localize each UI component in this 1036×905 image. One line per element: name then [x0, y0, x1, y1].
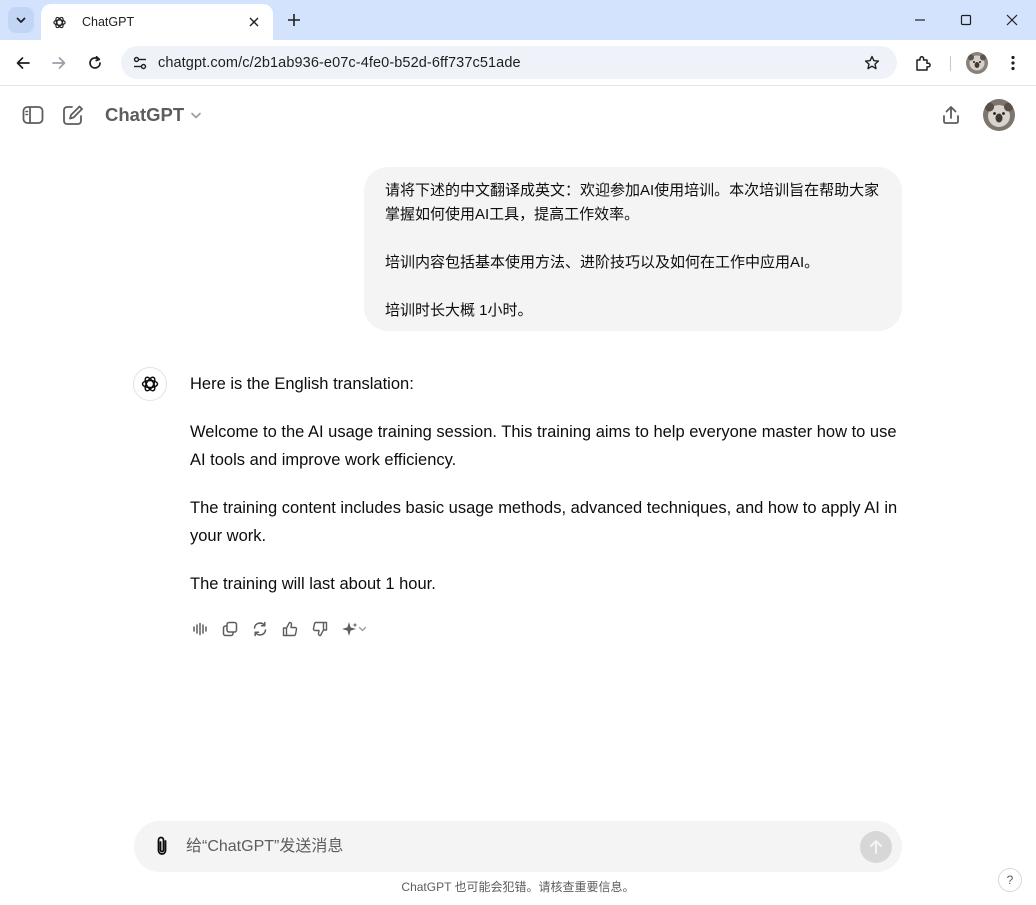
profile-avatar[interactable]	[966, 52, 988, 74]
copy-icon[interactable]	[220, 618, 250, 640]
user-message-bubble: 请将下述的中文翻译成英文：欢迎参加AI使用培训。本次培训旨在帮助大家掌握如何使用…	[364, 167, 902, 331]
thumbs-up-icon[interactable]	[280, 618, 310, 640]
close-icon[interactable]	[245, 13, 263, 31]
user-avatar[interactable]	[983, 99, 1015, 131]
tab-title: ChatGPT	[82, 15, 135, 29]
assistant-message: Here is the English translation: Welcome…	[190, 370, 906, 618]
kebab-menu-icon[interactable]	[1002, 50, 1024, 76]
assistant-paragraph: Here is the English translation:	[190, 375, 414, 393]
browser-toolbar: chatgpt.com/c/2b1ab936-e07c-4fe0-b52d-6f…	[0, 40, 1036, 86]
browser-tab-chatgpt[interactable]: ChatGPT	[41, 4, 273, 40]
assistant-paragraph: Welcome to the AI usage training session…	[190, 423, 897, 469]
regenerate-icon[interactable]	[250, 618, 280, 640]
site-info-icon[interactable]	[129, 55, 151, 71]
url-text: chatgpt.com/c/2b1ab936-e07c-4fe0-b52d-6f…	[158, 54, 521, 71]
user-message-paragraph: 培训时长大概 1小时。	[385, 302, 533, 319]
maximize-icon[interactable]	[954, 8, 978, 32]
prompt-input[interactable]	[186, 831, 846, 862]
share-icon[interactable]	[938, 102, 964, 128]
app-header: ChatGPT	[0, 87, 1036, 143]
thumbs-down-icon[interactable]	[310, 618, 340, 640]
assistant-paragraph: The training will last about 1 hour.	[190, 575, 436, 593]
minimize-icon[interactable]	[908, 8, 932, 32]
send-button[interactable]	[860, 831, 892, 863]
openai-favicon	[51, 14, 67, 30]
new-chat-icon[interactable]	[60, 102, 86, 128]
read-aloud-icon[interactable]	[190, 618, 220, 640]
message-actions	[190, 618, 374, 640]
openai-logo-icon	[133, 367, 167, 401]
address-bar[interactable]: chatgpt.com/c/2b1ab936-e07c-4fe0-b52d-6f…	[121, 46, 897, 79]
extensions-icon[interactable]	[910, 50, 936, 76]
model-name: ChatGPT	[105, 104, 185, 125]
browser-tabstrip: ChatGPT	[0, 0, 1036, 40]
plus-icon[interactable]	[282, 8, 306, 32]
back-arrow-icon[interactable]	[9, 49, 37, 77]
chevron-down-icon	[190, 109, 202, 121]
message-composer	[134, 821, 902, 872]
forward-arrow-icon[interactable]	[45, 49, 73, 77]
assistant-paragraph: The training content includes basic usag…	[190, 499, 898, 545]
model-selector[interactable]: ChatGPT	[105, 101, 202, 129]
reload-icon[interactable]	[81, 49, 109, 77]
tab-search-icon[interactable]	[8, 7, 34, 33]
user-message-paragraph: 培训内容包括基本使用方法、进阶技巧以及如何在工作中应用AI。	[385, 254, 820, 271]
user-message-paragraph: 请将下述的中文翻译成英文：欢迎参加AI使用培训。本次培训旨在帮助大家掌握如何使用…	[385, 182, 880, 223]
star-icon[interactable]	[861, 55, 883, 71]
sparkle-model-icon[interactable]	[340, 618, 374, 640]
toolbar-separator	[950, 56, 951, 71]
disclaimer-text: ChatGPT 也可能会犯错。请核查重要信息。	[401, 880, 635, 894]
sidebar-toggle-icon[interactable]	[20, 102, 46, 128]
paperclip-icon[interactable]	[150, 834, 174, 858]
close-window-icon[interactable]	[1000, 8, 1024, 32]
help-button[interactable]: ?	[998, 868, 1022, 892]
